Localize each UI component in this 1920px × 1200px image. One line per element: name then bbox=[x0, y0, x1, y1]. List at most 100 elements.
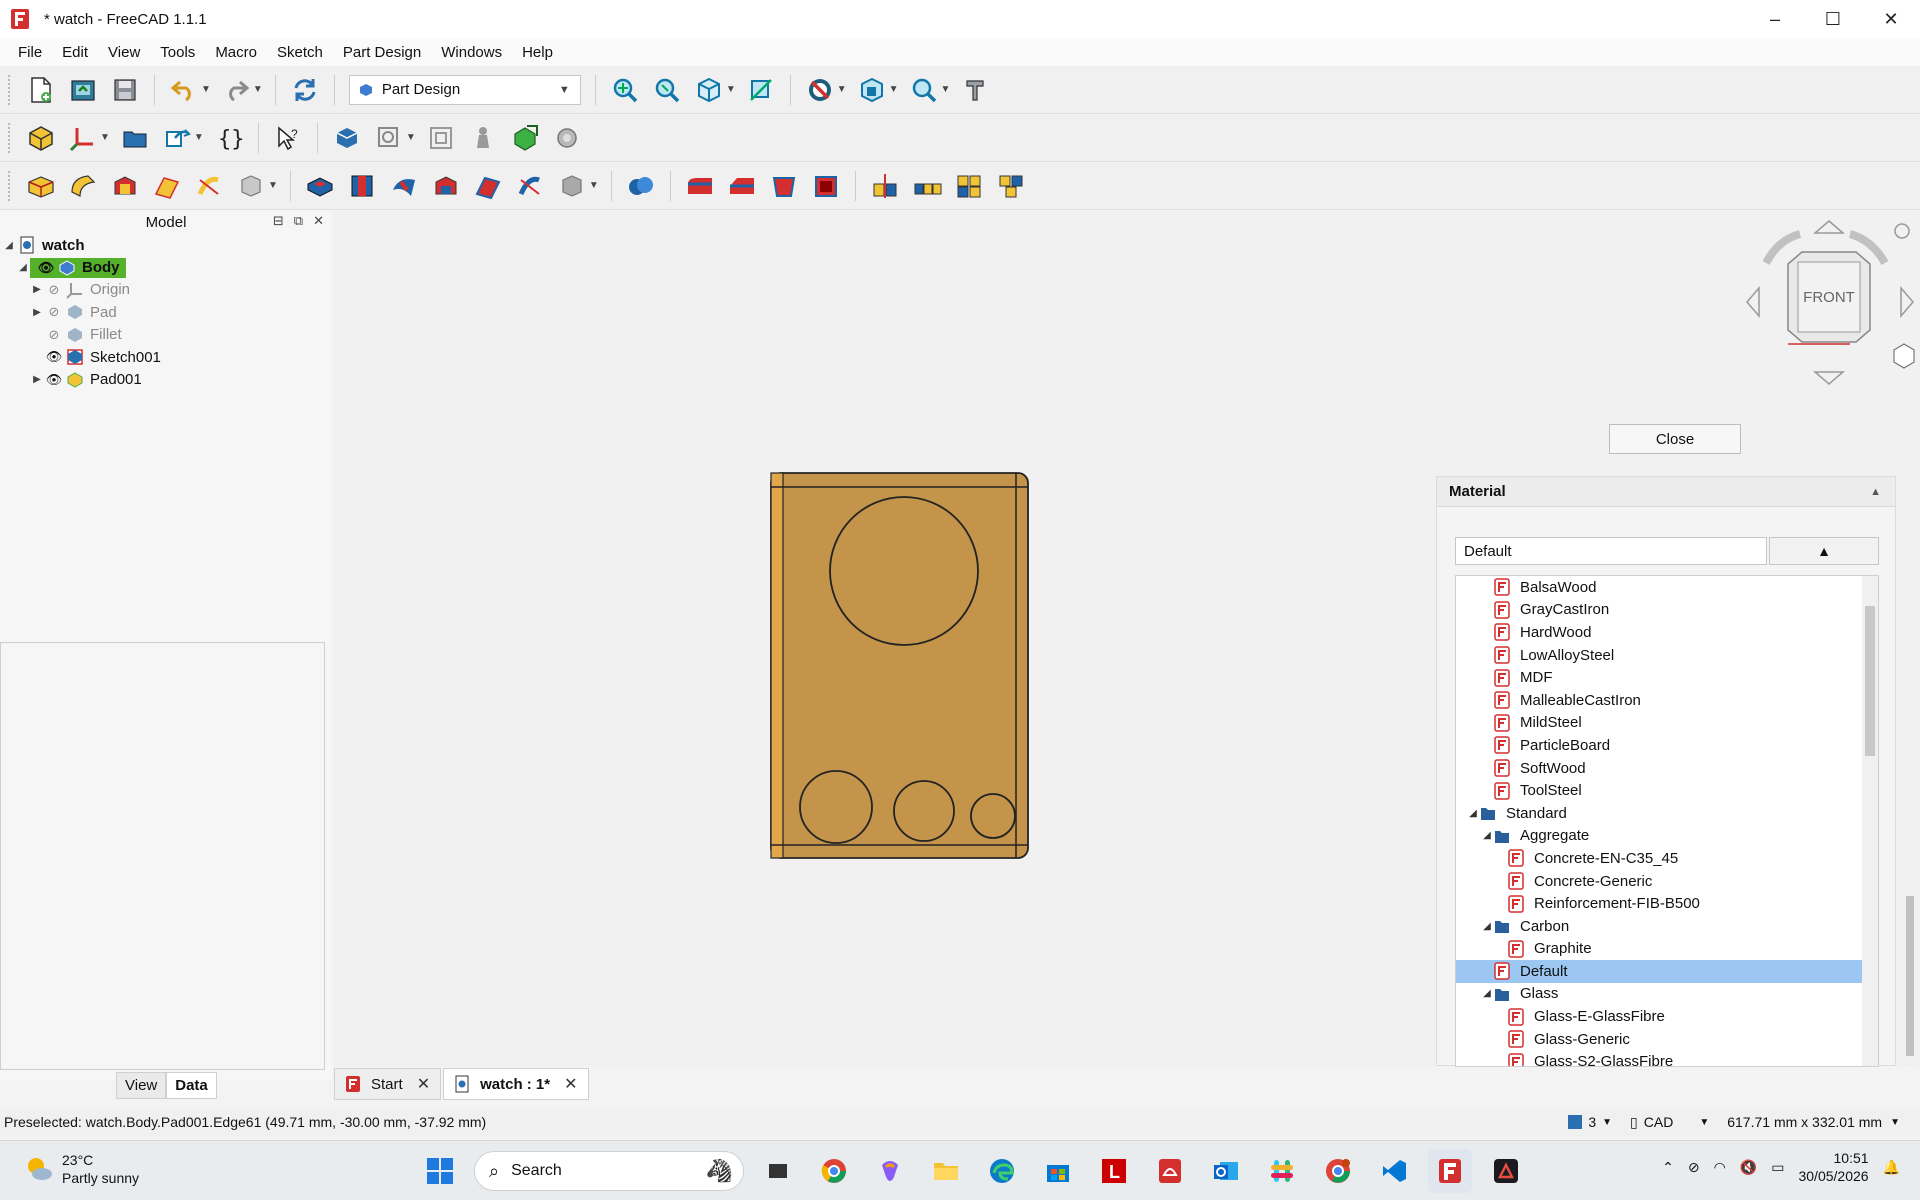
toolbar-grip[interactable] bbox=[8, 170, 14, 201]
chrome-profile-icon[interactable] bbox=[1316, 1149, 1360, 1193]
tree-item-pad001[interactable]: ▶ 👁 Pad001 bbox=[0, 368, 332, 390]
curly-braces-icon[interactable]: {} bbox=[212, 121, 246, 155]
doc-tab-start[interactable]: Start ✕ bbox=[334, 1068, 442, 1100]
close-window-button[interactable]: ✕ bbox=[1862, 0, 1920, 38]
tree-item-sketch001[interactable]: 👁 Sketch001 bbox=[0, 346, 332, 368]
undo-dropdown-icon[interactable]: ▼ bbox=[201, 84, 211, 95]
additive-primitive-icon[interactable] bbox=[234, 169, 268, 203]
close-tab-icon[interactable]: ✕ bbox=[417, 1074, 430, 1094]
datum-icon[interactable] bbox=[66, 121, 100, 155]
revolution-icon[interactable] bbox=[66, 169, 100, 203]
subtractive-pipe-icon[interactable] bbox=[471, 169, 505, 203]
subtractive-primitive-dropdown-icon[interactable]: ▼ bbox=[589, 180, 599, 191]
notification-bell-icon[interactable]: 🔔 bbox=[1883, 1159, 1900, 1176]
open-document-icon[interactable] bbox=[66, 73, 100, 107]
zoom-dropdown-icon[interactable]: ▼ bbox=[941, 84, 951, 95]
menu-view[interactable]: View bbox=[98, 44, 150, 61]
visibility-eye-icon[interactable]: 👁 bbox=[44, 349, 64, 365]
material-row[interactable]: Concrete-Generic bbox=[1456, 870, 1878, 893]
undo-icon[interactable] bbox=[167, 73, 201, 107]
l-app-icon[interactable]: L bbox=[1092, 1149, 1136, 1193]
tab-view[interactable]: View bbox=[116, 1072, 167, 1099]
collapse-arrow-icon[interactable]: ◢ bbox=[16, 262, 30, 273]
subtractive-helix-icon[interactable] bbox=[513, 169, 547, 203]
task-view-icon[interactable] bbox=[756, 1149, 800, 1193]
scrollbar-thumb[interactable] bbox=[1865, 606, 1875, 756]
material-row[interactable]: GrayCastIron bbox=[1456, 599, 1878, 622]
datum-dropdown-icon[interactable]: ▼ bbox=[100, 132, 110, 143]
fillet-icon[interactable] bbox=[683, 169, 717, 203]
material-row[interactable]: Graphite bbox=[1456, 938, 1878, 961]
toolbar-grip[interactable] bbox=[8, 74, 14, 105]
material-row[interactable]: ParticleBoard bbox=[1456, 734, 1878, 757]
chevron-up-icon[interactable]: ⌃ bbox=[1662, 1159, 1674, 1176]
hidden-eye-icon[interactable]: ⊘ bbox=[44, 327, 64, 343]
close-panel-icon[interactable]: ✕ bbox=[313, 213, 324, 229]
wifi-icon[interactable]: ◠ bbox=[1714, 1159, 1726, 1176]
property-view[interactable] bbox=[0, 642, 325, 1070]
draw-style-icon[interactable] bbox=[803, 73, 837, 107]
material-tree[interactable]: BalsaWood GrayCastIron HardWood LowAlloySte… bbox=[1455, 575, 1879, 1067]
pad-icon[interactable] bbox=[24, 169, 58, 203]
sketch-icon[interactable] bbox=[330, 121, 364, 155]
additive-loft-icon[interactable] bbox=[108, 169, 142, 203]
additive-primitive-dropdown-icon[interactable]: ▼ bbox=[268, 180, 278, 191]
collapse-panel-icon[interactable]: ⊟ bbox=[273, 213, 284, 229]
sketch-dropdown-icon[interactable]: ▼ bbox=[406, 132, 416, 143]
menu-windows[interactable]: Windows bbox=[431, 44, 512, 61]
battery-icon[interactable]: ▭ bbox=[1771, 1159, 1784, 1176]
copilot-icon[interactable] bbox=[868, 1149, 912, 1193]
microsoft-store-icon[interactable] bbox=[1036, 1149, 1080, 1193]
menu-sketch[interactable]: Sketch bbox=[267, 44, 333, 61]
slack-icon[interactable] bbox=[1260, 1149, 1304, 1193]
sub-shape-binder-icon[interactable] bbox=[508, 121, 542, 155]
chrome-icon[interactable] bbox=[812, 1149, 856, 1193]
std-views-dropdown-icon[interactable]: ▼ bbox=[889, 84, 899, 95]
draft-icon[interactable] bbox=[767, 169, 801, 203]
visibility-eye-icon[interactable]: 👁 bbox=[44, 372, 64, 388]
dimensions-status[interactable]: 617.71 mm x 332.01 mm ▼ bbox=[1727, 1114, 1900, 1130]
volume-muted-icon[interactable]: 🔇 bbox=[1740, 1159, 1757, 1176]
tree-item-origin[interactable]: ▶ ⊘ Origin bbox=[0, 279, 332, 301]
material-row[interactable]: MildSteel bbox=[1456, 712, 1878, 735]
chamfer-icon[interactable] bbox=[725, 169, 759, 203]
view-dropdown-icon[interactable]: ▼ bbox=[726, 84, 736, 95]
collapse-arrow-icon[interactable]: ◢ bbox=[1480, 921, 1494, 932]
toolbar-grip[interactable] bbox=[8, 122, 14, 153]
file-explorer-icon[interactable] bbox=[924, 1149, 968, 1193]
material-combo[interactable]: Default bbox=[1455, 537, 1767, 565]
tree-item-body[interactable]: ◢ 👁 Body bbox=[0, 256, 332, 278]
tab-data[interactable]: Data bbox=[166, 1072, 217, 1099]
minimize-button[interactable]: – bbox=[1746, 0, 1804, 38]
save-document-icon[interactable] bbox=[108, 73, 142, 107]
tree-item-watch[interactable]: ◢ watch bbox=[0, 234, 332, 256]
menu-part-design[interactable]: Part Design bbox=[333, 44, 431, 61]
additive-pipe-icon[interactable] bbox=[150, 169, 184, 203]
zoom-icon[interactable] bbox=[907, 73, 941, 107]
subtractive-primitive-icon[interactable] bbox=[555, 169, 589, 203]
refresh-icon[interactable] bbox=[288, 73, 322, 107]
measure-tool-icon[interactable] bbox=[958, 73, 992, 107]
isometric-view-icon[interactable] bbox=[692, 73, 726, 107]
subtractive-loft-icon[interactable] bbox=[429, 169, 463, 203]
clone-icon[interactable] bbox=[160, 121, 194, 155]
measure-icon[interactable] bbox=[744, 73, 778, 107]
tree-item-pad[interactable]: ▶ ⊘ Pad bbox=[0, 301, 332, 323]
material-tree-toggle-button[interactable]: ▲ bbox=[1769, 537, 1879, 565]
expand-arrow-icon[interactable]: ▶ bbox=[30, 307, 44, 318]
float-panel-icon[interactable]: ⧉ bbox=[294, 213, 303, 229]
pocket-icon[interactable] bbox=[303, 169, 337, 203]
collapse-up-icon[interactable]: ▲ bbox=[1870, 486, 1881, 498]
edge-icon[interactable] bbox=[980, 1149, 1024, 1193]
chess-piece-icon[interactable] bbox=[466, 121, 500, 155]
material-row[interactable]: Reinforcement-FIB-B500 bbox=[1456, 892, 1878, 915]
menu-file[interactable]: File bbox=[8, 44, 52, 61]
material-tree-scrollbar[interactable] bbox=[1862, 576, 1878, 1066]
material-row[interactable]: Default bbox=[1456, 960, 1878, 983]
expand-arrow-icon[interactable]: ▶ bbox=[30, 374, 44, 385]
start-button[interactable] bbox=[418, 1149, 462, 1193]
tree-item-fillet[interactable]: ⊘ Fillet bbox=[0, 324, 332, 346]
material-folder-row[interactable]: ◢ Glass bbox=[1456, 983, 1878, 1006]
doc-tab-watch[interactable]: watch : 1* ✕ bbox=[443, 1068, 589, 1100]
material-panel-header[interactable]: Material ▲ bbox=[1437, 477, 1895, 507]
